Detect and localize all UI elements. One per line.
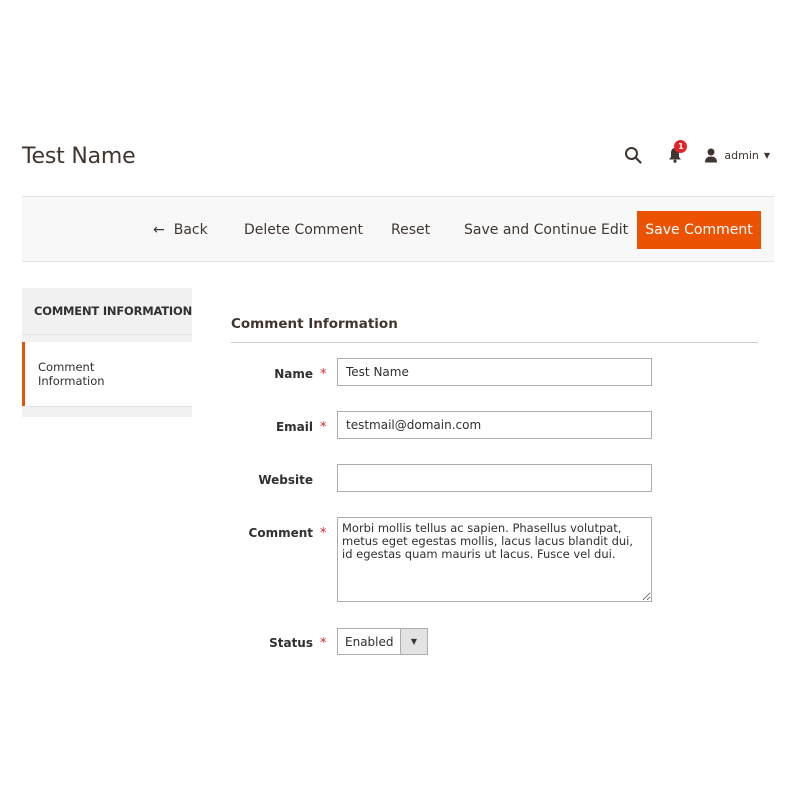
page-title: Test Name: [22, 144, 136, 169]
website-input[interactable]: [337, 464, 652, 492]
email-input[interactable]: [337, 411, 652, 439]
comment-textarea[interactable]: Morbi mollis tellus ac sapien. Phasellus…: [337, 517, 652, 602]
email-label: Email: [275, 420, 313, 434]
fieldset-title: Comment Information: [231, 316, 398, 332]
save-comment-button[interactable]: Save Comment: [637, 211, 761, 249]
dropdown-arrow-icon: ▼: [400, 629, 427, 654]
caret-down-icon: ▼: [763, 150, 770, 160]
sidebar-divider: [22, 335, 192, 342]
name-required-marker: *: [320, 367, 327, 382]
sidebar-item-comment-information[interactable]: Comment Information: [22, 342, 192, 406]
search-icon: [625, 147, 642, 164]
sidebar-tabs: COMMENT INFORMATION Comment Information: [22, 288, 192, 417]
sidebar-item-label: Comment Information: [38, 360, 105, 388]
comment-label: Comment: [248, 526, 313, 540]
page-actions-toolbar: ← Back Delete Comment Reset Save and Cont…: [22, 196, 774, 262]
sidebar-title: COMMENT INFORMATION: [22, 288, 192, 335]
user-name: admin: [724, 148, 759, 162]
user-account-menu[interactable]: admin ▼: [704, 148, 770, 163]
back-button-label: Back: [173, 222, 208, 238]
comment-required-marker: *: [320, 526, 327, 541]
website-label: Website: [258, 473, 313, 487]
notifications-button[interactable]: 1: [668, 140, 688, 163]
delete-comment-button[interactable]: Delete Comment: [244, 211, 363, 249]
header-actions: 1 admin ▼: [624, 140, 770, 168]
email-required-marker: *: [320, 420, 327, 435]
status-required-marker: *: [320, 636, 327, 651]
arrow-left-icon: ←: [153, 222, 165, 238]
user-icon: [705, 148, 718, 162]
sidebar-footer: [22, 406, 192, 417]
status-selected-value: Enabled: [345, 635, 394, 649]
search-button[interactable]: [624, 146, 642, 164]
save-and-continue-button[interactable]: Save and Continue Edit: [464, 211, 628, 249]
status-select[interactable]: Enabled ▼: [337, 628, 428, 655]
name-label: Name: [274, 367, 313, 381]
status-label: Status: [269, 636, 313, 650]
notification-count-badge: 1: [674, 140, 688, 153]
fieldset-divider: [231, 342, 758, 343]
reset-button[interactable]: Reset: [391, 211, 430, 249]
back-button[interactable]: ← Back: [153, 211, 208, 249]
name-input[interactable]: [337, 358, 652, 386]
